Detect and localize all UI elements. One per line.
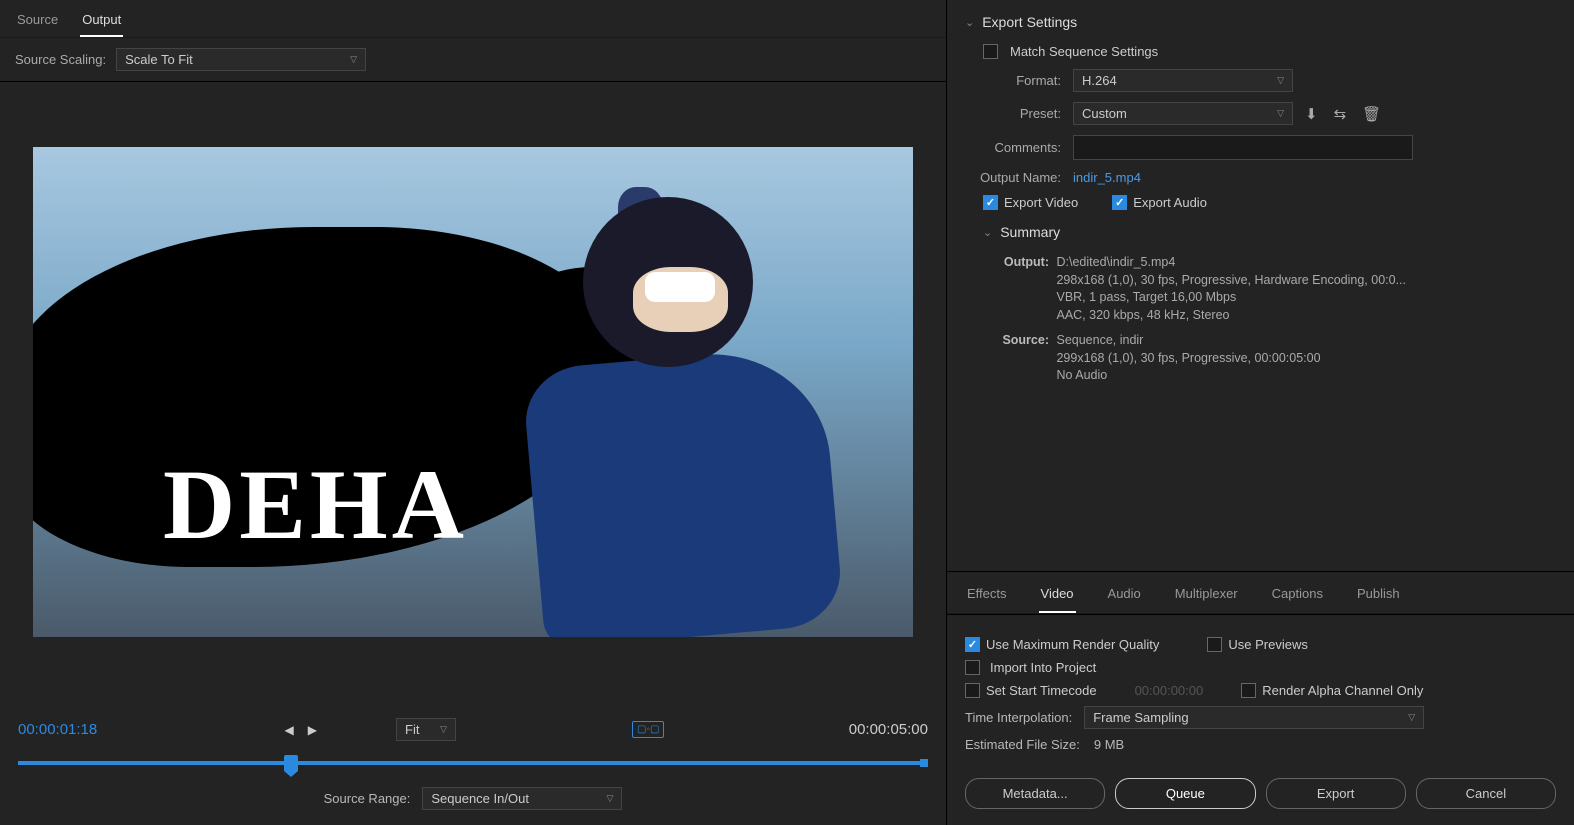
tab-audio[interactable]: Audio xyxy=(1106,582,1143,613)
format-value: H.264 xyxy=(1082,73,1117,88)
max-render-label: Use Maximum Render Quality xyxy=(986,637,1159,652)
source-scaling-label: Source Scaling: xyxy=(15,52,106,67)
preview-overlay-text: DEHA xyxy=(163,447,468,562)
time-interp-label: Time Interpolation: xyxy=(965,710,1072,725)
tab-video[interactable]: Video xyxy=(1039,582,1076,613)
chevron-down-icon: ⌄ xyxy=(965,16,974,29)
character-graphic xyxy=(473,167,893,627)
timeline-scrubber[interactable] xyxy=(18,753,928,773)
export-sub-tabs: Effects Video Audio Multiplexer Captions… xyxy=(947,571,1574,614)
summary-source-label: Source: xyxy=(997,332,1049,350)
metadata-button[interactable]: Metadata... xyxy=(965,778,1105,809)
format-label: Format: xyxy=(983,73,1073,88)
est-size-label: Estimated File Size: xyxy=(965,737,1080,752)
chevron-down-icon: ⌄ xyxy=(983,226,992,239)
chevron-down-icon: ▽ xyxy=(606,793,613,804)
preview-tabs: Source Output xyxy=(0,0,946,38)
export-video-checkbox[interactable] xyxy=(983,195,998,210)
timeline-controls: 00:00:01:18 ◀ ▶ Fit ▽ ▢◦▢ 00:00:05:00 So… xyxy=(0,702,946,825)
tab-publish[interactable]: Publish xyxy=(1355,582,1402,613)
render-options: Use Maximum Render Quality Use Previews … xyxy=(947,614,1574,768)
chevron-down-icon: ▽ xyxy=(1408,712,1415,723)
current-timecode[interactable]: 00:00:01:18 xyxy=(18,721,97,738)
chevron-down-icon: ▽ xyxy=(440,724,447,735)
chevron-down-icon: ▽ xyxy=(1277,108,1284,119)
use-previews-label: Use Previews xyxy=(1228,637,1307,652)
export-audio-label: Export Audio xyxy=(1133,195,1207,210)
chevron-down-icon: ▽ xyxy=(1277,75,1284,86)
source-scaling-dropdown[interactable]: Scale To Fit ▽ xyxy=(116,48,366,71)
source-scaling-row: Source Scaling: Scale To Fit ▽ xyxy=(0,38,946,82)
output-name-label: Output Name: xyxy=(965,170,1073,185)
action-buttons: Metadata... Queue Export Cancel xyxy=(947,768,1574,825)
preview-area: DEHA xyxy=(0,82,946,702)
export-video-label: Export Video xyxy=(1004,195,1078,210)
output-name-link[interactable]: indir_5.mp4 xyxy=(1073,170,1141,185)
tab-output[interactable]: Output xyxy=(80,8,123,37)
import-project-label: Import Into Project xyxy=(990,660,1096,675)
format-dropdown[interactable]: H.264 ▽ xyxy=(1073,69,1293,92)
tab-effects[interactable]: Effects xyxy=(965,582,1009,613)
range-select-icon[interactable]: ▢◦▢ xyxy=(632,721,664,738)
comments-input[interactable] xyxy=(1073,135,1413,160)
est-size-value: 9 MB xyxy=(1094,737,1124,752)
render-alpha-label: Render Alpha Channel Only xyxy=(1262,683,1423,698)
zoom-fit-dropdown[interactable]: Fit ▽ xyxy=(396,718,456,741)
export-settings-header[interactable]: ⌄ Export Settings xyxy=(965,14,1556,30)
source-range-dropdown[interactable]: Sequence In/Out ▽ xyxy=(422,787,622,810)
summary-header[interactable]: ⌄ Summary xyxy=(983,224,1556,240)
end-timecode: 00:00:05:00 xyxy=(849,721,928,738)
export-button[interactable]: Export xyxy=(1266,778,1406,809)
export-settings-panel: ⌄ Export Settings Match Sequence Setting… xyxy=(947,0,1574,825)
tab-captions[interactable]: Captions xyxy=(1270,582,1325,613)
export-audio-checkbox[interactable] xyxy=(1112,195,1127,210)
use-previews-checkbox[interactable] xyxy=(1207,637,1222,652)
chevron-down-icon: ▽ xyxy=(350,54,357,65)
start-timecode-value: 00:00:00:00 xyxy=(1135,683,1204,698)
preview-frame: DEHA xyxy=(33,147,913,637)
next-frame-button[interactable]: ▶ xyxy=(305,723,320,737)
queue-button[interactable]: Queue xyxy=(1115,778,1255,809)
preview-panel: Source Output Source Scaling: Scale To F… xyxy=(0,0,947,825)
tab-source[interactable]: Source xyxy=(15,8,60,37)
import-preset-icon[interactable]: ⇆ xyxy=(1330,103,1351,125)
match-sequence-checkbox[interactable] xyxy=(983,44,998,59)
set-start-tc-label: Set Start Timecode xyxy=(986,683,1097,698)
max-render-checkbox[interactable] xyxy=(965,637,980,652)
save-preset-icon[interactable]: ⬇ xyxy=(1301,103,1322,125)
render-alpha-checkbox[interactable] xyxy=(1241,683,1256,698)
summary-output-text: D:\edited\indir_5.mp4 298x168 (1,0), 30 … xyxy=(1056,254,1406,324)
preset-dropdown[interactable]: Custom ▽ xyxy=(1073,102,1293,125)
source-range-label: Source Range: xyxy=(324,791,411,806)
summary-title: Summary xyxy=(1000,224,1060,240)
preset-value: Custom xyxy=(1082,106,1127,121)
prev-frame-button[interactable]: ◀ xyxy=(282,723,297,737)
timeline-track xyxy=(18,761,928,765)
export-settings-title: Export Settings xyxy=(982,14,1077,30)
zoom-fit-value: Fit xyxy=(405,722,419,737)
import-project-checkbox[interactable] xyxy=(965,660,980,675)
match-sequence-label: Match Sequence Settings xyxy=(1010,44,1158,59)
source-scaling-value: Scale To Fit xyxy=(125,52,193,67)
cancel-button[interactable]: Cancel xyxy=(1416,778,1556,809)
time-interp-value: Frame Sampling xyxy=(1093,710,1188,725)
summary-output-label: Output: xyxy=(997,254,1049,272)
comments-label: Comments: xyxy=(983,140,1073,155)
summary-source-text: Sequence, indir 299x168 (1,0), 30 fps, P… xyxy=(1056,332,1320,385)
timeline-playhead[interactable] xyxy=(284,755,298,771)
time-interp-dropdown[interactable]: Frame Sampling ▽ xyxy=(1084,706,1424,729)
delete-preset-icon[interactable]: 🗑 xyxy=(1358,103,1385,125)
set-start-tc-checkbox[interactable] xyxy=(965,683,980,698)
preset-label: Preset: xyxy=(983,106,1073,121)
source-range-value: Sequence In/Out xyxy=(431,791,529,806)
tab-multiplexer[interactable]: Multiplexer xyxy=(1173,582,1240,613)
timeline-out-marker[interactable] xyxy=(920,759,928,767)
